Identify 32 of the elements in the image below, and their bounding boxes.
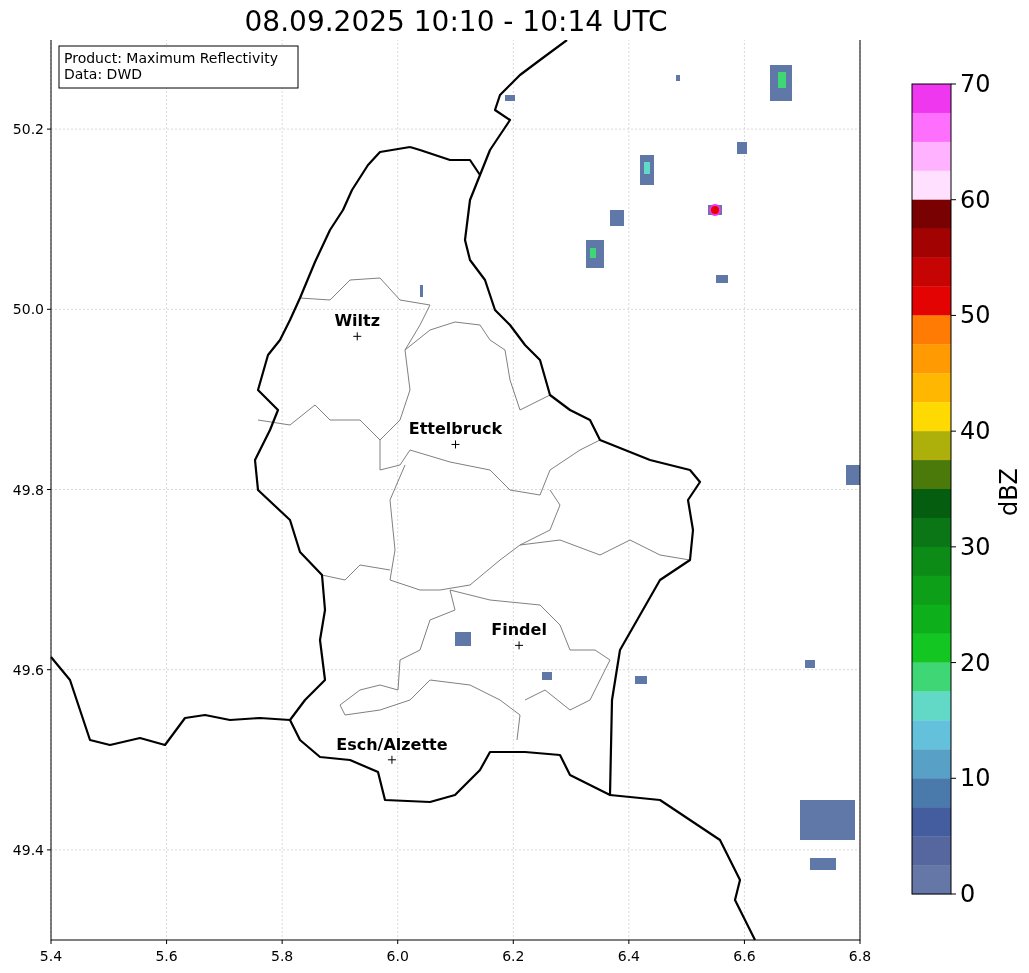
colorbar-tick-label: 50 bbox=[960, 301, 991, 330]
tick-label: 6.2 bbox=[502, 948, 525, 964]
tick-label: 5.8 bbox=[271, 948, 294, 964]
colorbar-tick-label: 60 bbox=[960, 185, 991, 214]
city-marker bbox=[451, 439, 460, 449]
tick-label: 49.6 bbox=[12, 661, 44, 678]
city-label: Findel bbox=[491, 620, 547, 640]
info-box: Product: Maximum Reflectivity Data: DWD bbox=[58, 45, 299, 89]
tick-label: 5.6 bbox=[155, 948, 178, 964]
city-label: Esch/Alzette bbox=[336, 734, 448, 754]
tick-label: 50.0 bbox=[12, 301, 44, 318]
colorbar-tick-label: 30 bbox=[960, 532, 991, 561]
tick-label: 6.6 bbox=[733, 948, 756, 964]
colorbar-tick-label: 10 bbox=[960, 764, 991, 793]
tick-label: 49.4 bbox=[12, 841, 44, 858]
city-marker bbox=[352, 331, 362, 341]
tick-label: 6.8 bbox=[848, 948, 872, 964]
tick-label: 50.2 bbox=[12, 121, 44, 138]
colorbar-tick-label: 20 bbox=[960, 648, 991, 677]
colorbar-tick-label: 0 bbox=[960, 880, 976, 908]
colorbar-tick-label: 40 bbox=[960, 417, 991, 446]
city-label: Ettelbruck bbox=[408, 419, 503, 439]
tick-label: 6.0 bbox=[386, 948, 409, 964]
tick-label: 49.8 bbox=[12, 481, 44, 498]
city-marker bbox=[387, 755, 397, 765]
tick-label: 6.4 bbox=[617, 948, 640, 964]
colorbar-tick-label: 70 bbox=[960, 70, 991, 98]
city-marker bbox=[514, 640, 524, 650]
colorbar-label: dBZ bbox=[995, 467, 1023, 517]
city-label: Wiltz bbox=[334, 311, 381, 331]
tick-label: 5.4 bbox=[39, 948, 63, 964]
chart-title: 08.09.2025 10:10 - 10:14 UTC bbox=[243, 4, 669, 40]
